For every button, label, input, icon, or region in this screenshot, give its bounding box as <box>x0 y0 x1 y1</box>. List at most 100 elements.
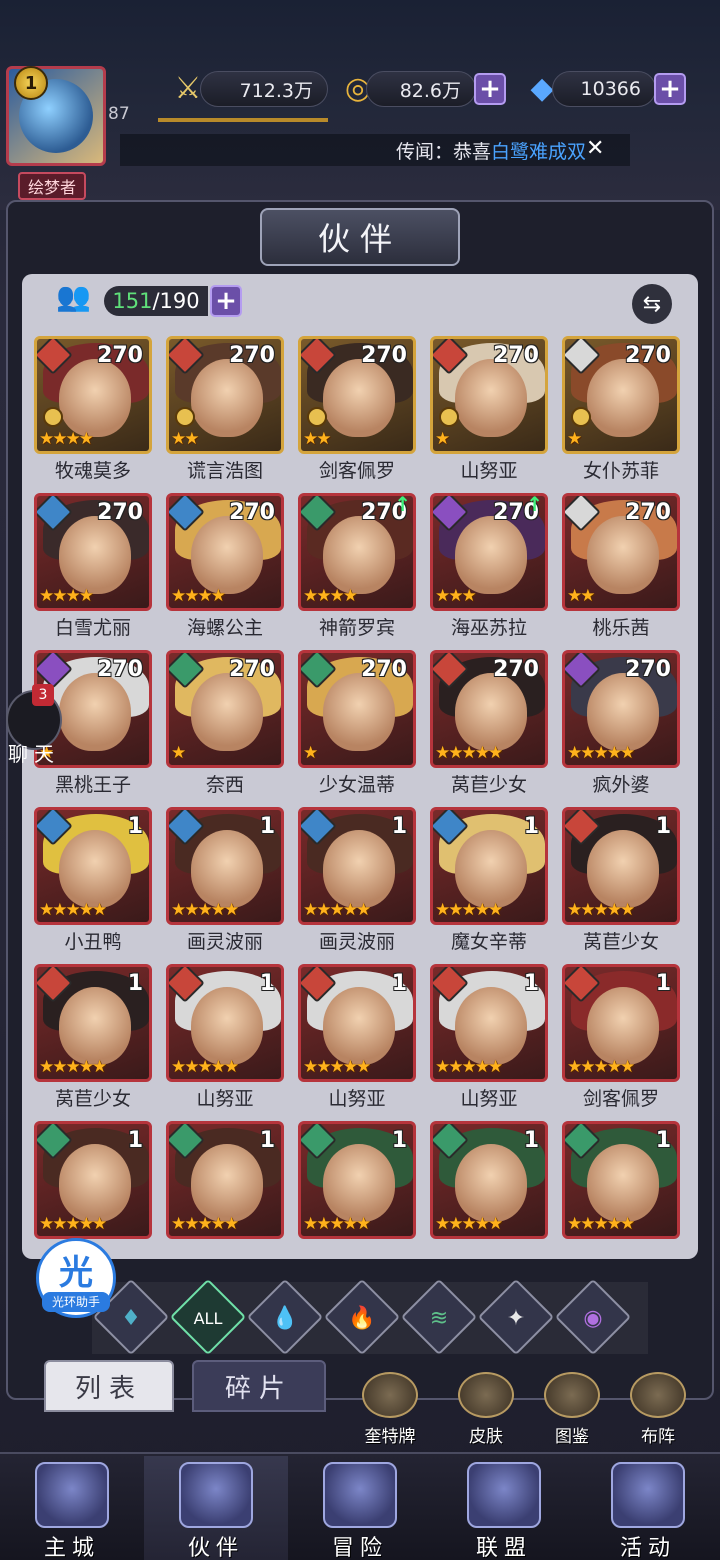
partner-card[interactable]: 1 ★★★★★ <box>562 1121 680 1239</box>
portrait-face <box>323 516 395 594</box>
partner-level: 1 <box>259 814 275 839</box>
partner-name: 山努亚 <box>460 1088 518 1110</box>
portrait-face <box>455 359 527 437</box>
partner-name: 画灵波丽 <box>318 931 395 953</box>
partner-card[interactable]: 270 ★ <box>430 336 548 454</box>
star-rating: ★★ <box>303 429 332 449</box>
partner-card[interactable]: 1 ★★★★★ <box>34 964 152 1082</box>
portrait-face <box>59 359 131 437</box>
partner-card[interactable]: 270 ★★ <box>298 336 416 454</box>
partner-card[interactable]: 270 ↑ ★★★★ <box>298 493 416 611</box>
expand-slots-button[interactable]: + <box>210 285 242 317</box>
partner-card[interactable]: 270 ★★★★★ <box>562 650 680 768</box>
partner-card[interactable]: 1 ★★★★★ <box>166 1121 284 1239</box>
partner-card[interactable]: 270 ★★★★ <box>34 336 152 454</box>
sub-button-icon <box>630 1372 686 1418</box>
partner-level: 1 <box>127 971 143 996</box>
partner-card[interactable]: 1 ★★★★★ <box>166 807 284 925</box>
partner-card[interactable]: 1 ★★★★★ <box>298 807 416 925</box>
partner-card[interactable]: 270 ★★★★ <box>34 493 152 611</box>
add-gold-button[interactable]: + <box>474 73 506 105</box>
partner-card[interactable]: 1 ★★★★★ <box>166 964 284 1082</box>
star-rating: ★★★★★ <box>435 900 503 920</box>
sub-button-3[interactable]: 布阵 <box>618 1372 698 1448</box>
partner-level: 270 <box>229 657 275 682</box>
tab-list[interactable]: 列表 <box>44 1360 174 1412</box>
partner-card[interactable]: 1 ★★★★★ <box>298 964 416 1082</box>
partner-name: 桃乐茜 <box>592 617 650 639</box>
player-title-badge[interactable]: 绘梦者 <box>18 172 86 200</box>
nav-item-2[interactable]: 冒险 <box>288 1456 432 1560</box>
filter-dark-icon: ◉ <box>583 1305 603 1331</box>
sub-button-icon <box>544 1372 600 1418</box>
star-rating: ★★★★ <box>303 586 358 606</box>
portrait-face <box>455 987 527 1065</box>
helper-label: 光环助手 <box>42 1292 110 1312</box>
partner-card[interactable]: 1 ★★★★★ <box>298 1121 416 1239</box>
partner-card[interactable]: 1 ★★★★★ <box>430 964 548 1082</box>
partner-level: 270 <box>625 657 671 682</box>
portrait-face <box>455 830 527 908</box>
partner-card[interactable]: 1 ★★★★★ <box>430 807 548 925</box>
sub-button-2[interactable]: 图鉴 <box>532 1372 612 1448</box>
sub-button-1[interactable]: 皮肤 <box>446 1372 526 1448</box>
partner-card[interactable]: 1 ★★★★★ <box>34 807 152 925</box>
partner-count-current: 151 <box>112 289 153 313</box>
nav-item-4[interactable]: 活动 <box>576 1456 720 1560</box>
portrait-face <box>587 987 659 1065</box>
star-rating: ★★★★★ <box>39 1214 107 1234</box>
news-ticker: 传闻：恭喜 白鹭难成双 <box>120 134 630 166</box>
sub-button-0[interactable]: 奎特牌 <box>350 1372 430 1448</box>
nav-item-3[interactable]: 联盟 <box>432 1456 576 1560</box>
nav-item-1[interactable]: 伙伴 <box>144 1456 288 1560</box>
close-icon[interactable]: ✕ <box>586 136 612 162</box>
partner-card[interactable]: 270 ★ <box>298 650 416 768</box>
add-diamond-button[interactable]: + <box>654 73 686 105</box>
partner-card[interactable]: 270 ★★ <box>166 336 284 454</box>
crown-icon <box>175 407 195 427</box>
partner-card[interactable]: 270 ★★★★ <box>166 493 284 611</box>
filter-wind-icon: ≋ <box>429 1305 449 1331</box>
star-rating: ★★ <box>567 586 596 606</box>
nav-icon <box>179 1462 253 1528</box>
partner-card[interactable]: 270 ★ <box>562 336 680 454</box>
chat-unread-badge: 3 <box>32 684 54 706</box>
partner-card[interactable]: 1 ★★★★★ <box>430 1121 548 1239</box>
partner-level: 1 <box>259 1128 275 1153</box>
portrait-face <box>191 516 263 594</box>
portrait-face <box>587 1144 659 1222</box>
partner-level: 270 <box>229 500 275 525</box>
partner-level: 270 <box>361 657 407 682</box>
partner-card[interactable]: 1 ★★★★★ <box>562 807 680 925</box>
partner-level: 270 <box>493 657 539 682</box>
filter-all-icon: ALL <box>193 1308 223 1328</box>
portrait-face <box>191 359 263 437</box>
star-rating: ★★★★★ <box>39 900 107 920</box>
tab-fragments[interactable]: 碎片 <box>192 1360 326 1412</box>
partner-card[interactable]: 270 ★★★★★ <box>430 650 548 768</box>
star-rating: ★★★★★ <box>567 1057 635 1077</box>
partner-level: 1 <box>523 814 539 839</box>
partner-card[interactable]: 1 ★★★★★ <box>562 964 680 1082</box>
partner-name: 莴苣少女 <box>450 774 527 796</box>
partner-level: 270 <box>361 343 407 368</box>
partner-card[interactable]: 270 ★★ <box>562 493 680 611</box>
partner-level: 270 <box>97 343 143 368</box>
news-highlight: 白鹭难成双 <box>490 140 586 163</box>
nav-label: 冒险 <box>331 1536 388 1560</box>
nav-icon <box>35 1462 109 1528</box>
partner-name: 黑桃王子 <box>54 774 131 796</box>
filter-fire-icon: 🔥 <box>348 1305 376 1331</box>
partner-card[interactable]: 1 ★★★★★ <box>34 1121 152 1239</box>
power-display: 712.3万 <box>200 71 328 107</box>
partner-name: 奈西 <box>205 774 244 796</box>
nav-label: 联盟 <box>475 1536 532 1560</box>
nav-label: 活动 <box>619 1536 676 1560</box>
partner-card[interactable]: 270 ★ <box>166 650 284 768</box>
partner-name: 小丑鸭 <box>64 931 122 953</box>
portrait-face <box>191 1144 263 1222</box>
nav-item-0[interactable]: 主城 <box>0 1456 144 1560</box>
sort-button[interactable]: ⇆ <box>632 284 672 324</box>
page-title: 伙伴 <box>260 208 460 266</box>
partner-card[interactable]: 270 ↑ ★★★ <box>430 493 548 611</box>
